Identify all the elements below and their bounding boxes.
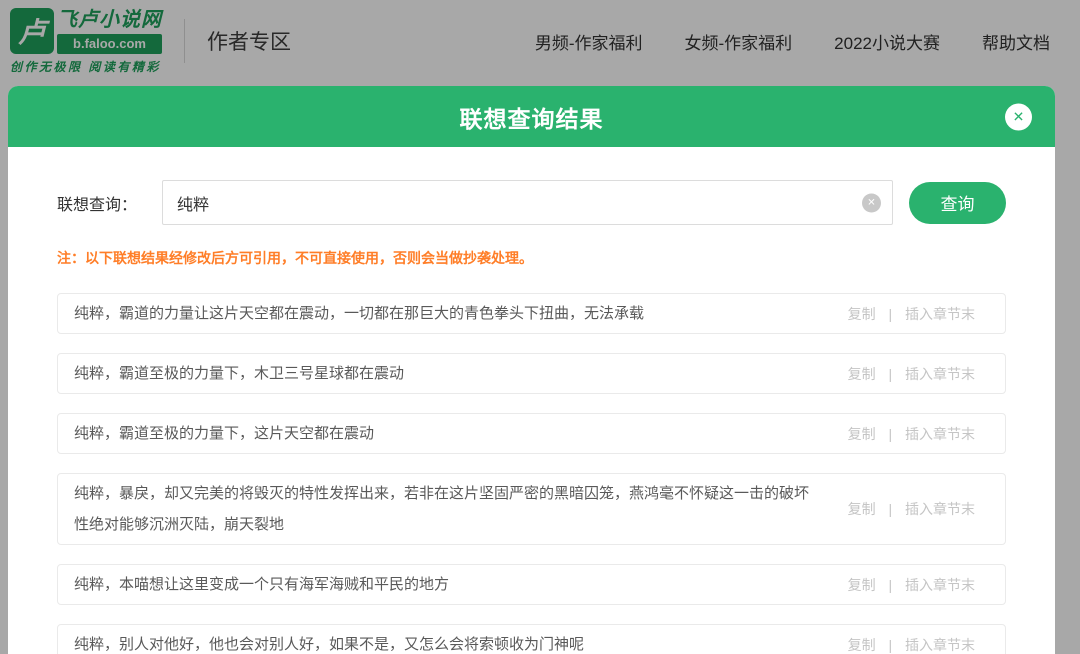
- result-actions: 复制 | 插入章节末: [836, 635, 1005, 654]
- insert-chapter-end-button[interactable]: 插入章节末: [905, 306, 975, 322]
- result-row: 纯粹，霸道至极的力量下，这片天空都在震动 复制 | 插入章节末: [57, 413, 1006, 454]
- result-text: 纯粹，别人对他好，他也会对别人好，如果不是，又怎么会将索顿收为门神呢: [58, 625, 836, 654]
- search-label: 联想查询：: [57, 191, 137, 215]
- modal-header: 联想查询结果 ✕: [8, 86, 1055, 147]
- copy-button[interactable]: 复制: [848, 366, 876, 382]
- result-text: 纯粹，暴戾，却又完美的将毁灭的特性发挥出来，若非在这片坚固严密的黑暗囚笼，燕鸿毫…: [58, 474, 836, 544]
- search-input[interactable]: [162, 180, 893, 225]
- insert-chapter-end-button[interactable]: 插入章节末: [905, 366, 975, 382]
- result-actions: 复制 | 插入章节末: [836, 499, 1005, 519]
- result-actions: 复制 | 插入章节末: [836, 575, 1005, 595]
- result-text: 纯粹，本喵想让这里变成一个只有海军海贼和平民的地方: [58, 565, 836, 604]
- result-row: 纯粹，霸道至极的力量下，木卫三号星球都在震动 复制 | 插入章节末: [57, 353, 1006, 394]
- result-row: 纯粹，本喵想让这里变成一个只有海军海贼和平民的地方 复制 | 插入章节末: [57, 564, 1006, 605]
- insert-chapter-end-button[interactable]: 插入章节末: [905, 501, 975, 517]
- results-list: 纯粹，霸道的力量让这片天空都在震动，一切都在那巨大的青色拳头下扭曲，无法承载 复…: [57, 293, 1006, 654]
- copy-button[interactable]: 复制: [848, 577, 876, 593]
- modal-title: 联想查询结果: [460, 100, 604, 134]
- result-actions: 复制 | 插入章节末: [836, 304, 1005, 324]
- copy-button[interactable]: 复制: [848, 501, 876, 517]
- insert-chapter-end-button[interactable]: 插入章节末: [905, 577, 975, 593]
- insert-chapter-end-button[interactable]: 插入章节末: [905, 426, 975, 442]
- result-text: 纯粹，霸道至极的力量下，这片天空都在震动: [58, 414, 836, 453]
- copy-button[interactable]: 复制: [848, 637, 876, 653]
- query-button[interactable]: 查询: [909, 182, 1006, 224]
- plagiarism-notice: 注：以下联想结果经修改后方可引用，不可直接使用，否则会当做抄袭处理。: [57, 248, 1006, 268]
- action-separator: |: [888, 637, 892, 653]
- action-separator: |: [888, 306, 892, 322]
- search-input-wrap: ✕: [162, 180, 893, 225]
- clear-input-icon[interactable]: ✕: [862, 193, 881, 212]
- modal-body: 联想查询： ✕ 查询 注：以下联想结果经修改后方可引用，不可直接使用，否则会当做…: [8, 147, 1055, 654]
- association-query-modal: 联想查询结果 ✕ 联想查询： ✕ 查询 注：以下联想结果经修改后方可引用，不可直…: [8, 86, 1055, 654]
- result-row: 纯粹，霸道的力量让这片天空都在震动，一切都在那巨大的青色拳头下扭曲，无法承载 复…: [57, 293, 1006, 334]
- action-separator: |: [888, 366, 892, 382]
- result-row: 纯粹，别人对他好，他也会对别人好，如果不是，又怎么会将索顿收为门神呢 复制 | …: [57, 624, 1006, 654]
- action-separator: |: [888, 501, 892, 517]
- result-text: 纯粹，霸道的力量让这片天空都在震动，一切都在那巨大的青色拳头下扭曲，无法承载: [58, 294, 836, 333]
- action-separator: |: [888, 426, 892, 442]
- action-separator: |: [888, 577, 892, 593]
- insert-chapter-end-button[interactable]: 插入章节末: [905, 637, 975, 653]
- copy-button[interactable]: 复制: [848, 426, 876, 442]
- close-icon[interactable]: ✕: [1005, 103, 1032, 130]
- search-row: 联想查询： ✕ 查询: [57, 180, 1006, 225]
- result-actions: 复制 | 插入章节末: [836, 364, 1005, 384]
- result-row: 纯粹，暴戾，却又完美的将毁灭的特性发挥出来，若非在这片坚固严密的黑暗囚笼，燕鸿毫…: [57, 473, 1006, 545]
- result-text: 纯粹，霸道至极的力量下，木卫三号星球都在震动: [58, 354, 836, 393]
- result-actions: 复制 | 插入章节末: [836, 424, 1005, 444]
- copy-button[interactable]: 复制: [848, 306, 876, 322]
